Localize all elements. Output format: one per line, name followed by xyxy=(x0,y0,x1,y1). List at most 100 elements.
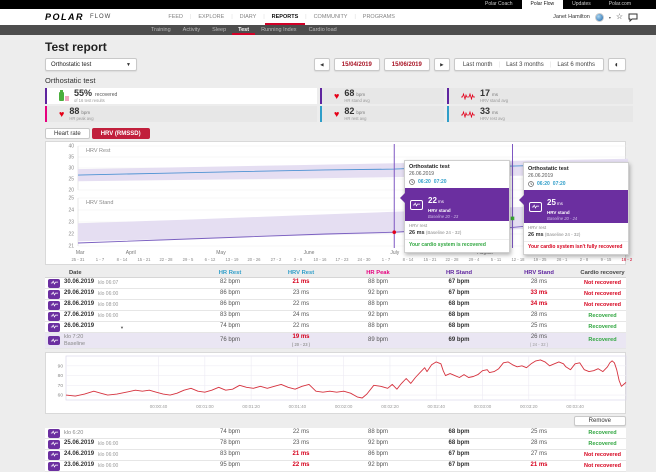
hrv-trend-chart[interactable]: 4035302520HRV Rest2524232221HRV StandMar… xyxy=(45,141,626,265)
subnav-cardio-load[interactable]: Cardio load xyxy=(303,25,343,35)
column-header: HRV Rest xyxy=(265,270,337,276)
svg-text:20: 20 xyxy=(68,188,74,194)
summary-unit: bpm xyxy=(81,110,90,115)
value-cell: 22 ms xyxy=(265,323,337,330)
nav-diary[interactable]: DIARY xyxy=(233,9,264,25)
rr-heart-rate-chart[interactable]: 6070809000:00:4000:01:0000:01:2000:01:40… xyxy=(45,352,626,414)
date-from-input[interactable]: 15/04/2019 xyxy=(334,58,380,71)
subnav-activity[interactable]: Activity xyxy=(177,25,206,35)
range-last-month[interactable]: Last month xyxy=(457,62,499,68)
feedback-chat-icon[interactable] xyxy=(628,13,638,22)
svg-text:HRV Rest: HRV Rest xyxy=(86,148,111,154)
svg-text:00:02:20: 00:02:20 xyxy=(381,404,399,409)
subnav-sleep[interactable]: Sleep xyxy=(206,25,232,35)
svg-text:29 - 5: 29 - 5 xyxy=(183,257,194,262)
tab-heart-rate[interactable]: Heart rate xyxy=(45,128,90,139)
display-options-button[interactable]: ◐ xyxy=(608,58,626,71)
table-row[interactable]: 23.06.2019klo 06:0095 bpm22 ms92 bpm67 b… xyxy=(45,461,626,472)
value-cell: 78 bpm xyxy=(195,440,265,447)
svg-text:19 - 25: 19 - 25 xyxy=(533,257,547,262)
table-row[interactable]: 29.06.2019klo 06:0086 bpm23 ms92 bpm67 b… xyxy=(45,289,626,300)
subnav-running-index[interactable]: Running Index xyxy=(255,25,302,35)
value-cell: 67 bpm xyxy=(419,462,499,469)
value-cell: 88 bpm xyxy=(337,279,419,286)
table-row[interactable]: klo 6:2074 bpm22 ms88 bpm68 bpm25 msReco… xyxy=(45,428,626,439)
svg-text:June: June xyxy=(304,250,315,256)
svg-text:6 - 12: 6 - 12 xyxy=(205,257,216,262)
page-content: Test report Orthostatic test ▼ ◀ 15/04/2… xyxy=(0,35,656,472)
svg-text:27 - 2: 27 - 2 xyxy=(271,257,282,262)
svg-text:00:01:00: 00:01:00 xyxy=(196,404,214,409)
table-row[interactable]: 26.06.2019▼74 bpm22 ms88 bpm68 bpm25 msR… xyxy=(45,322,626,333)
tab-hrv-rmssd[interactable]: HRV (RMSSD) xyxy=(92,128,150,139)
range-last-6-months[interactable]: Last 6 months xyxy=(551,62,601,68)
user-avatar[interactable] xyxy=(595,13,604,22)
subnav-test[interactable]: Test xyxy=(232,25,255,35)
heart-icon: ♥ xyxy=(59,110,64,119)
date-to-input[interactable]: 15/06/2019 xyxy=(384,58,430,71)
value-cell: 68 bpm xyxy=(419,312,499,319)
baseline-label: Baseline xyxy=(64,341,85,348)
table-row[interactable]: 24.06.2019klo 06:0083 bpm21 ms86 bpm67 b… xyxy=(45,450,626,461)
summary-value: 17 xyxy=(480,88,490,98)
tooltip-times: 06:20 07:20 xyxy=(409,179,505,185)
nav-feed[interactable]: FEED xyxy=(161,9,190,25)
nav-community[interactable]: COMMUNITY xyxy=(307,9,355,25)
test-date: 26.06.2019 xyxy=(64,323,94,330)
cardio-recovery-status: Recovered xyxy=(579,337,626,344)
hrv-rest-baseline: (Baseline 24 - 32) xyxy=(426,230,462,235)
table-row[interactable]: 27.06.2019klo 06:0083 bpm24 ms92 bpm68 b… xyxy=(45,311,626,322)
subnav-training[interactable]: Training xyxy=(145,25,177,35)
summary-unit: ms xyxy=(492,110,498,115)
svg-text:00:03:40: 00:03:40 xyxy=(566,404,584,409)
user-name: Janet Hamilton xyxy=(553,14,590,20)
svg-text:00:03:20: 00:03:20 xyxy=(520,404,538,409)
remove-test-button[interactable]: Remove xyxy=(574,416,626,426)
date-cell: 25.06.2019klo 06:00 xyxy=(45,440,195,449)
test-date: klo 6:20 xyxy=(64,430,83,437)
cardio-recovery-status: Not recovered xyxy=(579,463,626,470)
svg-text:22 - 28: 22 - 28 xyxy=(159,257,173,262)
date-lines: 26.06.2019 xyxy=(64,323,94,330)
value-cell: 76 bpm xyxy=(195,337,265,344)
top-link-polar-flow[interactable]: Polar Flow xyxy=(522,0,564,9)
svg-text:23: 23 xyxy=(68,220,74,226)
user-menu[interactable]: Janet Hamilton ▾ ☆ xyxy=(553,13,638,22)
nav-programs[interactable]: PROGRAMS xyxy=(356,9,402,25)
table-row[interactable]: 25.06.2019klo 06:0078 bpm23 ms92 bpm68 b… xyxy=(45,439,626,450)
hrv-stand-value: 25 xyxy=(547,198,556,207)
top-link-updates[interactable]: Updates xyxy=(563,0,600,9)
nav-explore[interactable]: EXPLORE xyxy=(191,9,231,25)
prev-period-button[interactable]: ◀ xyxy=(314,58,330,71)
recovery-status-text: Your cardio system is recovered xyxy=(405,240,509,252)
table-row[interactable]: 28.06.2019klo 08:0086 bpm22 ms88 bpm68 b… xyxy=(45,300,626,311)
summary-unit: bpm xyxy=(356,92,365,97)
svg-text:13 - 19: 13 - 19 xyxy=(225,257,239,262)
test-date: 23.06.2019 xyxy=(64,462,94,469)
nav-reports[interactable]: REPORTS xyxy=(265,9,306,25)
svg-text:30: 30 xyxy=(68,166,74,172)
svg-text:3 - 9: 3 - 9 xyxy=(294,257,303,262)
top-link-polar-coach[interactable]: Polar Coach xyxy=(476,0,522,9)
next-period-button[interactable]: ▶ xyxy=(434,58,450,71)
date-cell: 30.06.2019klo 06:07 xyxy=(45,279,195,288)
range-last-3-months[interactable]: Last 3 months xyxy=(500,62,550,68)
favorites-star-icon[interactable]: ☆ xyxy=(616,13,623,21)
baseline-row[interactable]: klo 7:20Baseline76 bpm19 ms( 20 - 23 )89… xyxy=(45,333,626,349)
report-controls: Orthostatic test ▼ ◀ 15/04/2019 15/06/20… xyxy=(45,58,626,71)
svg-text:00:01:20: 00:01:20 xyxy=(242,404,260,409)
test-date: 24.06.2019 xyxy=(64,451,94,458)
value-cell: 22 ms xyxy=(265,429,337,436)
chevron-down-icon[interactable]: ▾ xyxy=(609,15,611,20)
watch-icon xyxy=(529,202,542,212)
polar-logo[interactable]: POLAR xyxy=(45,12,84,22)
summary-value: 55% xyxy=(74,88,92,98)
table-row[interactable]: 30.06.2019klo 06:0782 bpm21 ms88 bpm67 b… xyxy=(45,278,626,289)
date-cell: 28.06.2019klo 08:00 xyxy=(45,301,195,310)
hr-stand-avg-card: ♥ 68bpm HR stand avg xyxy=(320,88,444,104)
top-link-polar-com[interactable]: Polar.com xyxy=(600,0,640,9)
summary-sublabel: HR rest avg xyxy=(344,116,366,121)
date-cell: klo 6:20 xyxy=(45,429,195,438)
expand-chevron-icon[interactable]: ▼ xyxy=(120,325,124,330)
test-type-select[interactable]: Orthostatic test ▼ xyxy=(45,58,137,71)
